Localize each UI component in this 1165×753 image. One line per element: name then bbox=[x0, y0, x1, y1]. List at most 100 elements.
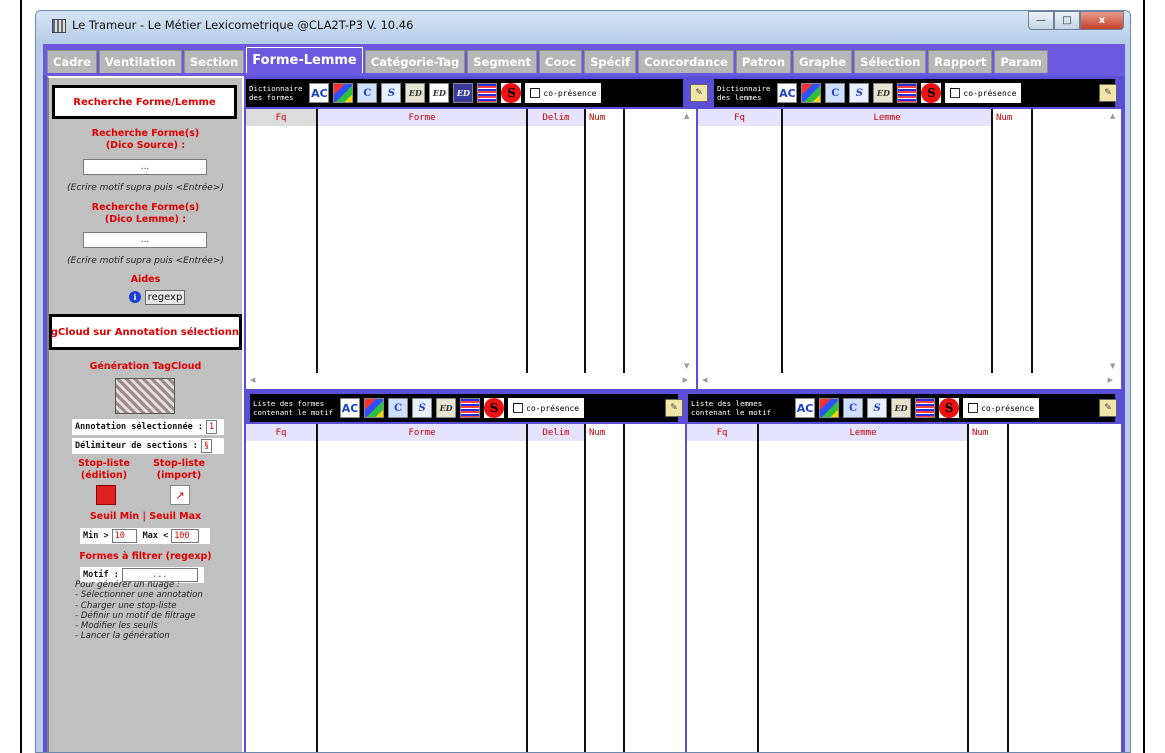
stop-icon[interactable]: S bbox=[921, 83, 942, 103]
window-title: Le Trameur - Le Métier Lexicometrique @C… bbox=[72, 18, 414, 32]
dico-formes-panel: Fq Forme Delim Num ▲ ▼ ◀ ▶ bbox=[246, 109, 696, 389]
list-icon[interactable] bbox=[897, 83, 918, 103]
max-input[interactable]: 100 bbox=[171, 529, 200, 543]
cooc-icon[interactable]: C bbox=[357, 83, 378, 103]
info-icon[interactable]: i bbox=[129, 291, 141, 303]
dico-lemmes-grid[interactable]: Fq Lemme Num bbox=[698, 109, 1106, 373]
specif-icon[interactable]: S bbox=[412, 398, 433, 418]
scroll-right-icon[interactable]: ▶ bbox=[1108, 376, 1113, 384]
edit-icon[interactable]: ED bbox=[873, 83, 894, 103]
export-icon-bottom-right[interactable]: ✎ bbox=[1099, 399, 1117, 417]
annotation-input[interactable]: 1 bbox=[205, 420, 218, 434]
chart-icon[interactable] bbox=[364, 398, 385, 418]
col-header-delim[interactable]: Delim bbox=[528, 424, 586, 441]
edit-icon[interactable]: ED bbox=[436, 398, 457, 418]
stop-icon[interactable]: S bbox=[484, 398, 505, 418]
ac-icon[interactable]: AC bbox=[795, 398, 816, 418]
export-icon-top-right[interactable]: ✎ bbox=[1099, 84, 1117, 102]
ac-icon[interactable]: AC bbox=[309, 83, 330, 103]
list-icon[interactable] bbox=[915, 398, 936, 418]
chart-icon[interactable] bbox=[801, 83, 822, 103]
col-header-lemme[interactable]: Lemme bbox=[759, 424, 969, 441]
scroll-down-icon[interactable]: ▼ bbox=[684, 362, 689, 370]
tab-specif[interactable]: Spécif bbox=[584, 50, 637, 73]
col-header-num[interactable]: Num bbox=[586, 424, 625, 441]
col-fq bbox=[687, 441, 759, 752]
edit-dark-icon[interactable]: ED bbox=[453, 83, 474, 103]
edit-icon[interactable]: ED bbox=[891, 398, 912, 418]
scroll-right-icon[interactable]: ▶ bbox=[683, 376, 688, 384]
export-icon-top-left[interactable]: ✎ bbox=[690, 84, 708, 102]
copresence-checkbox-top-right[interactable]: co-présence bbox=[945, 83, 1022, 103]
tagcloud-generate-button[interactable] bbox=[115, 378, 175, 414]
maximize-button[interactable]: □ bbox=[1054, 11, 1080, 30]
search-lemme-input[interactable]: ... bbox=[83, 232, 207, 248]
chart-icon[interactable] bbox=[333, 83, 354, 103]
tab-categorie-tag[interactable]: Catégorie-Tag bbox=[364, 50, 466, 73]
specif-icon[interactable]: S bbox=[849, 83, 870, 103]
col-header-fq[interactable]: Fq bbox=[246, 424, 318, 441]
minimize-button[interactable]: — bbox=[1028, 11, 1054, 30]
regexp-button[interactable]: regexp bbox=[145, 290, 185, 305]
tab-segment[interactable]: Segment bbox=[467, 50, 538, 73]
scroll-left-icon[interactable]: ◀ bbox=[702, 376, 707, 384]
stop-icon[interactable]: S bbox=[939, 398, 960, 418]
horizontal-scrollbar[interactable]: ◀ ▶ bbox=[246, 373, 696, 388]
list-icon[interactable] bbox=[477, 83, 498, 103]
specif-icon[interactable]: S bbox=[867, 398, 888, 418]
edit-alt-icon[interactable]: ED bbox=[429, 83, 450, 103]
stop-icon[interactable]: S bbox=[501, 83, 522, 103]
col-header-num[interactable]: Num bbox=[969, 424, 1009, 441]
specif-icon[interactable]: S bbox=[381, 83, 402, 103]
scroll-up-icon[interactable]: ▲ bbox=[1110, 112, 1115, 120]
search-forme-input[interactable]: ... bbox=[83, 159, 207, 175]
tab-forme-lemme[interactable]: Forme-Lemme bbox=[246, 47, 363, 73]
tab-selection[interactable]: Sélection bbox=[854, 50, 927, 73]
chart-icon[interactable] bbox=[819, 398, 840, 418]
ac-icon[interactable]: AC bbox=[777, 83, 798, 103]
tab-graphe[interactable]: Graphe bbox=[793, 50, 853, 73]
scroll-up-icon[interactable]: ▲ bbox=[684, 112, 689, 120]
col-header-fq[interactable]: Fq bbox=[687, 424, 759, 441]
col-header-forme[interactable]: Forme bbox=[318, 109, 528, 126]
cooc-icon[interactable]: C bbox=[825, 83, 846, 103]
tab-patron[interactable]: Patron bbox=[735, 50, 792, 73]
copresence-checkbox-top-left[interactable]: co-présence bbox=[525, 83, 602, 103]
min-input[interactable]: 10 bbox=[111, 529, 137, 543]
tab-rapport[interactable]: Rapport bbox=[928, 50, 993, 73]
tab-concordance[interactable]: Concordance bbox=[638, 50, 734, 73]
col-header-num[interactable]: Num bbox=[993, 109, 1033, 126]
tab-cooc[interactable]: Cooc bbox=[539, 50, 583, 73]
liste-formes-grid[interactable]: Fq Forme Delim Num bbox=[246, 424, 685, 752]
liste-lemmes-grid[interactable]: Fq Lemme Num bbox=[687, 424, 1121, 752]
stoplist-edit-icon[interactable] bbox=[96, 485, 116, 505]
copresence-checkbox-bottom-left[interactable]: co-présence bbox=[508, 398, 585, 418]
col-header-lemme[interactable]: Lemme bbox=[783, 109, 993, 126]
dico-formes-grid[interactable]: Fq Forme Delim Num bbox=[246, 109, 680, 373]
delimiter-input[interactable]: § bbox=[200, 439, 212, 453]
tab-section[interactable]: Section bbox=[183, 50, 245, 73]
tab-cadre[interactable]: Cadre bbox=[47, 50, 97, 73]
col-header-num[interactable]: Num bbox=[586, 109, 625, 126]
col-header-fq[interactable]: Fq bbox=[246, 109, 318, 126]
scroll-left-icon[interactable]: ◀ bbox=[250, 376, 255, 384]
stoplist-import-icon[interactable]: ↗ bbox=[170, 485, 190, 505]
tab-param[interactable]: Param bbox=[994, 50, 1048, 73]
col-header-delim[interactable]: Delim bbox=[528, 109, 586, 126]
tab-ventilation[interactable]: Ventilation bbox=[98, 50, 182, 73]
scroll-down-icon[interactable]: ▼ bbox=[1110, 362, 1115, 370]
ac-icon[interactable]: AC bbox=[340, 398, 361, 418]
horizontal-scrollbar[interactable]: ◀ ▶ bbox=[698, 373, 1121, 388]
copresence-checkbox-bottom-right[interactable]: co-présence bbox=[963, 398, 1040, 418]
vertical-scrollbar[interactable]: ▲ ▼ bbox=[680, 109, 695, 373]
close-button[interactable]: x bbox=[1080, 11, 1124, 30]
copresence-label: co-présence bbox=[981, 403, 1035, 413]
col-header-fq[interactable]: Fq bbox=[698, 109, 783, 126]
col-header-forme[interactable]: Forme bbox=[318, 424, 528, 441]
vertical-scrollbar[interactable]: ▲ ▼ bbox=[1106, 109, 1121, 373]
edit-icon[interactable]: ED bbox=[405, 83, 426, 103]
export-icon-bottom-left[interactable]: ✎ bbox=[665, 399, 683, 417]
cooc-icon[interactable]: C bbox=[843, 398, 864, 418]
list-icon[interactable] bbox=[460, 398, 481, 418]
cooc-icon[interactable]: C bbox=[388, 398, 409, 418]
